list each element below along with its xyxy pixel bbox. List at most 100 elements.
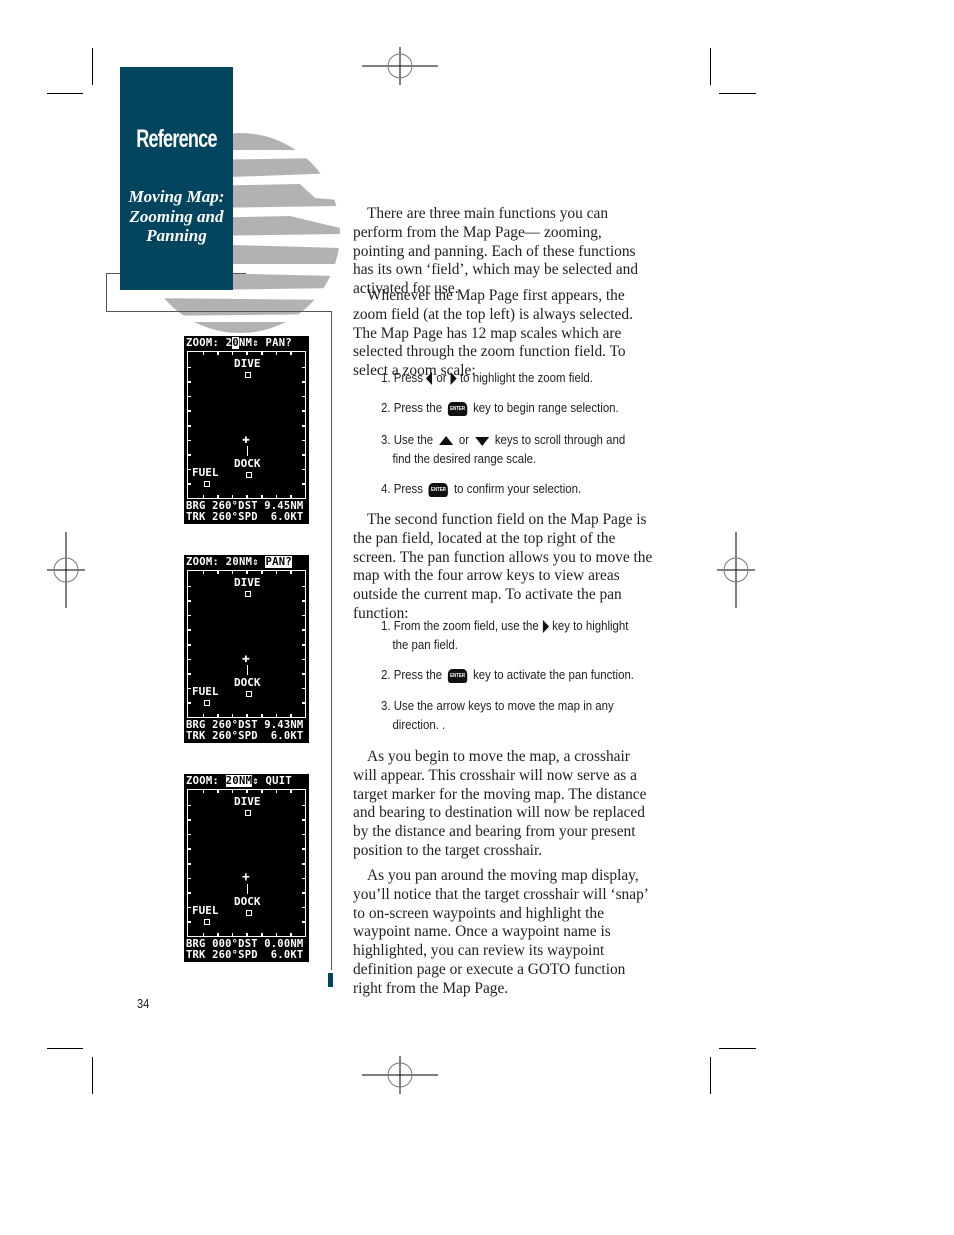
nav-data-line: TRK 260°SPD 6.0KT [186,949,304,961]
scale-tick [290,495,292,498]
paragraph-snap: As you pan around the moving map display… [353,867,653,999]
enter-key-icon: ENTER [447,401,468,416]
paragraph-text: There are three main functions you can p… [353,205,639,298]
scale-tick [302,819,305,821]
list-item: 1. Press or to highlight the zoom field. [381,369,661,388]
paragraph-pan: The second function field on the Map Pag… [353,511,653,624]
crosshair-icon: ✚ [242,432,250,447]
zoom-label: ZOOM: [186,337,226,349]
list-item: 3. Use the or keys to scroll through and… [381,431,661,468]
scale-tick [275,571,278,574]
scale-tick [188,600,191,602]
zoom-arrows-icon: ⇕ [252,556,259,568]
registration-mark-right [717,532,755,608]
scale-tick [188,381,191,383]
paragraph-text: As you begin to move the map, a crosshai… [353,748,647,859]
enter-key-icon: ENTER [428,482,449,497]
scale-tick [302,600,305,602]
scale-tick [217,714,219,717]
scale-tick [246,352,248,355]
right-arrow-key-icon [542,620,549,634]
waypoint-label: DOCK [234,676,261,689]
nav-data-line: TRK 260°SPD 6.0KT [186,730,304,742]
scale-tick [231,790,234,793]
waypoint-marker [204,700,210,706]
scale-tick [275,790,278,793]
page-number: 34 [137,996,150,1011]
scale-tick [231,571,234,574]
section-marker [328,973,333,987]
step-text: Press the [393,400,443,415]
crop-mark [710,1057,711,1094]
enter-key-icon: ENTER [447,668,468,683]
scale-tick [302,892,305,894]
list-item: 2. Press the ENTER key to begin range se… [381,399,661,418]
scale-tick [302,395,305,398]
zoom-value: 20NM [225,337,253,349]
crop-mark [92,48,93,85]
scale-tick [188,395,191,398]
gps-map-screen: ZOOM: 20NM⇕ PAN? DIVE ✚ DOCK FUEL BRG 26… [184,555,309,743]
step-number: 3. [381,432,391,447]
scale-tick [290,790,292,793]
scale-tick [188,687,191,690]
step-text: Use the [393,432,434,447]
waypoint-label: FUEL [192,904,219,917]
scale-tick [261,352,263,355]
left-arrow-key-icon [426,372,433,386]
scale-tick [217,933,219,936]
scale-tick [231,714,234,717]
scale-tick [302,425,305,427]
scale-tick [188,454,191,456]
map-top-bar: ZOOM: 20NM⇕ PAN? [186,337,307,350]
registration-mark-bottom [362,1056,438,1094]
step-number: 1. [381,370,391,385]
scale-tick [217,790,219,793]
scale-tick [302,658,305,661]
scale-tick [202,571,205,574]
zoom-value: 20NM [225,775,253,787]
scale-tick [188,892,191,894]
scale-tick [302,644,305,646]
scale-tick [302,410,305,412]
zoom-label: ZOOM: [186,556,226,568]
scale-tick [302,366,305,369]
map-top-bar: ZOOM: 20NM⇕ QUIT [186,775,307,788]
scale-tick [302,804,305,807]
step-text: From the zoom field, use the [393,618,539,633]
crop-mark [719,93,756,94]
zoom-arrows-icon: ⇕ [252,337,259,349]
gps-map-screen: ZOOM: 20NM⇕ PAN? DIVE ✚ DOCK FUEL BRG 26… [184,336,309,524]
pan-field: PAN? [265,556,292,568]
frame-line [106,273,107,311]
step-text: Press the [393,667,443,682]
scale-tick [202,790,205,793]
scale-tick [290,571,292,574]
scale-tick [188,848,191,850]
pan-field: PAN? [265,337,292,349]
nav-data-line: BRG 000°DST 0.00NM [186,938,304,950]
map-top-bar: ZOOM: 20NM⇕ PAN? [186,556,307,569]
section-title: Reference [136,125,217,153]
scale-tick [246,495,248,498]
registration-mark-left [47,532,85,608]
step-text: the pan field. [392,636,458,652]
scale-tick [231,933,234,936]
map-area: DIVE + DOCK FUEL [187,789,306,937]
scale-tick [261,790,263,793]
subtitle-line: Moving Map: [128,187,225,206]
frame-line [106,311,332,312]
step-number: 2. [381,400,391,415]
scale-tick [188,702,191,704]
scale-tick [302,921,305,923]
scale-tick [188,863,191,865]
scale-tick [188,644,191,646]
scale-tick [231,352,234,355]
scale-tick [275,933,278,936]
scale-tick [231,495,234,498]
paragraph-text: As you pan around the moving map display… [353,867,648,997]
scale-tick [261,571,263,574]
scale-tick [202,352,205,355]
list-item: 4. Press ENTER to confirm your selection… [381,480,661,499]
paragraph-text: Whenever the Map Page first appears, the… [353,287,633,380]
